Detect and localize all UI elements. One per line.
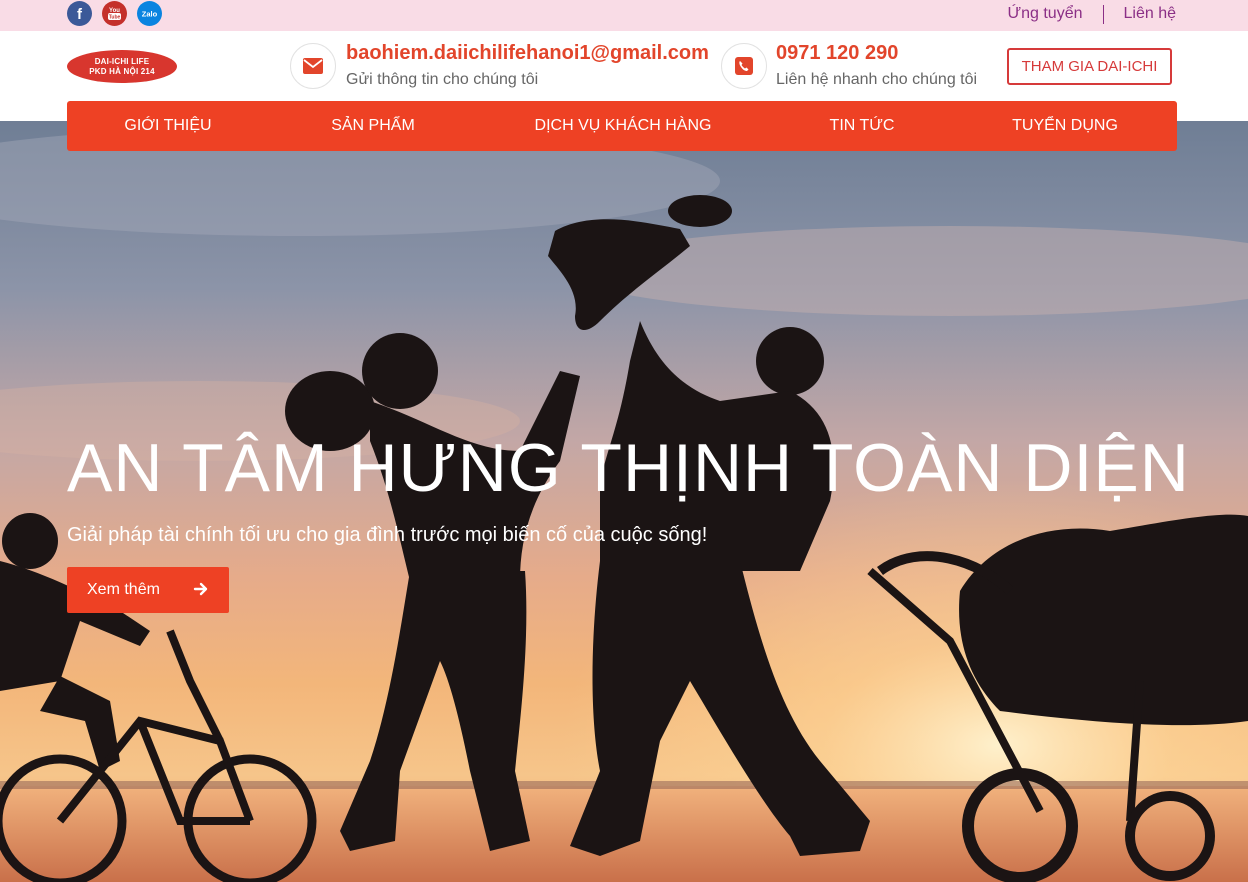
hero-banner: AN TÂM HƯNG THỊNH TOÀN DIỆN Giải pháp tà… (0, 121, 1248, 882)
company-logo[interactable]: DAI-ICHI LIFE PKD HÀ NỘI 214 (67, 50, 177, 83)
youtube-icon[interactable]: You Tube (102, 1, 127, 26)
contact-link[interactable]: Liên hệ (1124, 5, 1177, 23)
email-address[interactable]: baohiem.daiichilifehanoi1@gmail.com (346, 42, 709, 65)
svg-text:f: f (77, 6, 83, 23)
nav-item-recruitment[interactable]: TUYỂN DỤNG (1012, 101, 1118, 151)
main-nav: GIỚI THIỆU SẢN PHẨM DỊCH VỤ KHÁCH HÀNG T… (67, 101, 1177, 151)
see-more-button[interactable]: Xem thêm (67, 567, 229, 613)
email-caption: Gửi thông tin cho chúng tôi (346, 71, 539, 88)
hero-title: AN TÂM HƯNG THỊNH TOÀN DIỆN (67, 430, 1190, 506)
nav-item-about[interactable]: GIỚI THIỆU (124, 101, 211, 151)
logo-line-1: DAI-ICHI LIFE (94, 56, 150, 66)
phone-caption: Liên hệ nhanh cho chúng tôi (776, 71, 978, 88)
top-bar: f You Tube Zalo Ứng tuyển Liên hệ (0, 0, 1248, 31)
nav-item-products[interactable]: SẢN PHẨM (331, 101, 415, 151)
nav-item-news[interactable]: TIN TỨC (830, 101, 895, 151)
apply-link[interactable]: Ứng tuyển (1007, 5, 1082, 23)
join-dai-ichi-button[interactable]: THAM GIA DAI-ICHI (1007, 48, 1172, 85)
svg-text:Tube: Tube (109, 15, 121, 21)
envelope-icon (290, 43, 336, 89)
top-link-divider (1102, 4, 1104, 24)
phone-number[interactable]: 0971 120 290 (776, 42, 898, 65)
facebook-icon[interactable]: f (67, 1, 92, 26)
arrow-right-icon (193, 581, 209, 602)
zalo-icon[interactable]: Zalo (137, 1, 162, 26)
see-more-label: Xem thêm (87, 581, 160, 598)
phone-icon (721, 43, 767, 89)
hero-subtitle: Giải pháp tài chính tối ưu cho gia đình … (67, 524, 708, 546)
logo-line-2: PKD HÀ NỘI 214 (89, 66, 155, 76)
top-links: Ứng tuyển Liên hệ (1007, 0, 1176, 28)
nav-item-customer-service[interactable]: DỊCH VỤ KHÁCH HÀNG (535, 101, 712, 151)
svg-text:Zalo: Zalo (142, 10, 158, 19)
